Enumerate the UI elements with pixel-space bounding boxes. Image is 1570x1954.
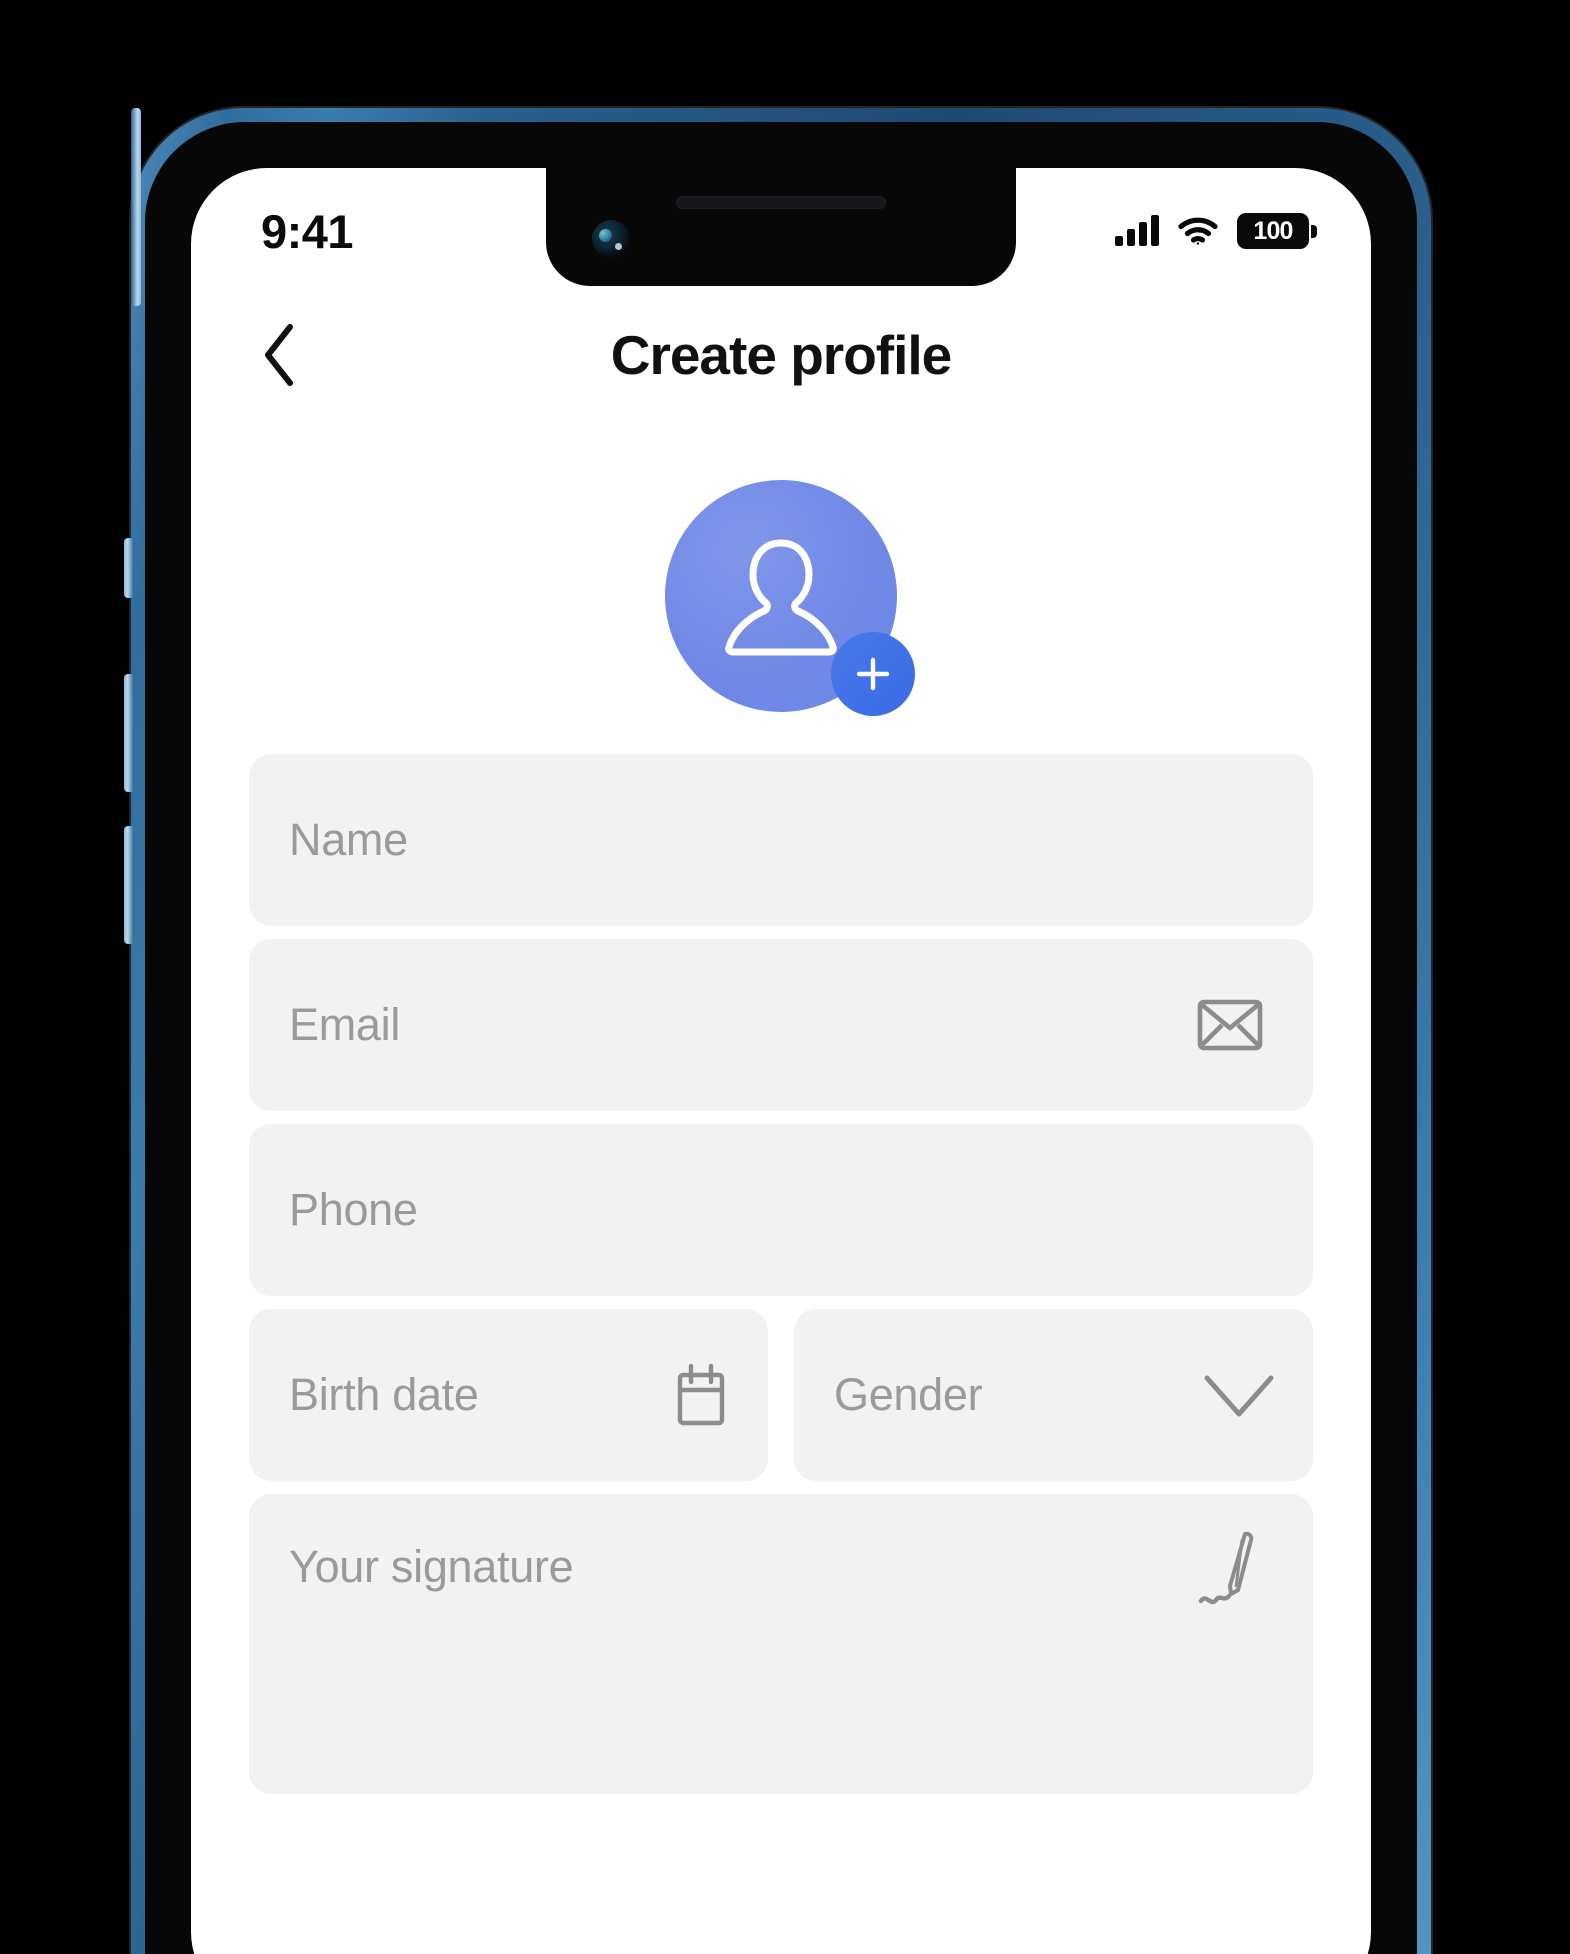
profile-form: Name Email Phone Birth date Gender Your …	[191, 746, 1371, 1794]
cellular-signal-icon	[1115, 215, 1159, 246]
gender-field-placeholder: Gender	[834, 1369, 983, 1420]
mute-switch-button[interactable]	[124, 538, 134, 598]
phone-device-frame: 9:41 100 Create profile Name Email Phone…	[124, 108, 1431, 1954]
phone-bezel: 9:41 100 Create profile Name Email Phone…	[145, 122, 1417, 1954]
birth-date-field[interactable]: Birth date	[249, 1309, 768, 1481]
plus-icon	[856, 657, 890, 691]
calendar-icon[interactable]	[670, 1361, 732, 1429]
battery-level-label: 100	[1253, 216, 1293, 245]
status-bar-icons: 100	[1115, 213, 1317, 249]
signature-field[interactable]: Your signature	[249, 1494, 1313, 1794]
signature-field-placeholder: Your signature	[289, 1541, 574, 1592]
birth-date-field-placeholder: Birth date	[289, 1369, 479, 1420]
gender-field[interactable]: Gender	[794, 1309, 1313, 1481]
name-field[interactable]: Name	[249, 754, 1313, 926]
birthdate-gender-row: Birth date Gender	[249, 1309, 1313, 1481]
phone-field-placeholder: Phone	[289, 1184, 418, 1235]
battery-icon: 100	[1237, 213, 1317, 249]
volume-up-button[interactable]	[124, 674, 134, 792]
earpiece-speaker-icon	[676, 196, 886, 209]
status-bar-time: 9:41	[261, 204, 354, 258]
app-header: Create profile	[191, 286, 1371, 424]
person-icon	[725, 539, 837, 656]
page-title: Create profile	[610, 324, 953, 386]
email-field-placeholder: Email	[289, 999, 401, 1050]
wifi-icon	[1178, 217, 1218, 245]
chevron-left-icon	[265, 324, 293, 386]
add-photo-button[interactable]	[831, 632, 915, 716]
phone-screen: 9:41 100 Create profile Name Email Phone…	[191, 168, 1371, 1954]
email-field[interactable]: Email	[249, 939, 1313, 1111]
screenshot-stage: 9:41 100 Create profile Name Email Phone…	[0, 0, 1570, 1954]
avatar[interactable]	[665, 480, 915, 716]
front-camera-icon	[592, 220, 630, 258]
phone-field[interactable]: Phone	[249, 1124, 1313, 1296]
signature-pen-icon[interactable]	[1193, 1528, 1263, 1614]
avatar-section	[191, 446, 1371, 746]
name-field-placeholder: Name	[289, 814, 408, 865]
power-button[interactable]	[131, 108, 141, 306]
chevron-down-icon[interactable]	[1201, 1370, 1277, 1420]
phone-notch	[546, 168, 1016, 286]
back-button[interactable]	[249, 324, 311, 386]
volume-down-button[interactable]	[124, 826, 134, 944]
envelope-icon[interactable]	[1197, 999, 1263, 1051]
